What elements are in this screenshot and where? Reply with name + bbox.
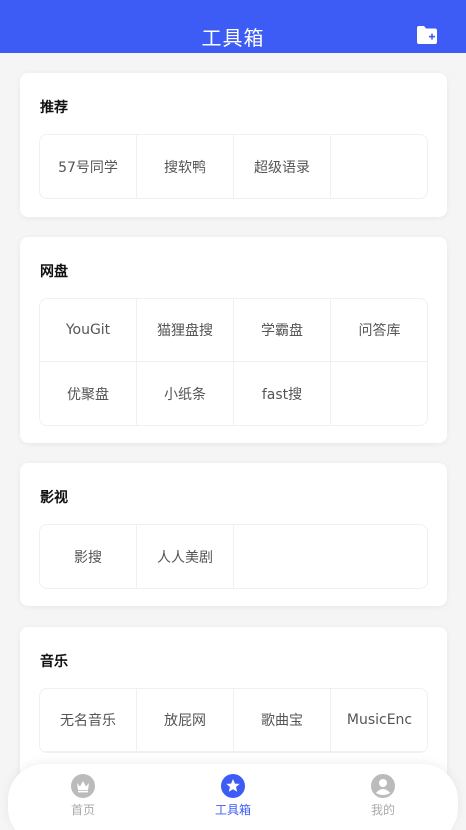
tool-item[interactable]: 影搜 — [40, 525, 137, 588]
add-folder-icon[interactable] — [416, 25, 438, 45]
tool-item[interactable]: YouGit — [40, 299, 137, 362]
tool-item-empty — [234, 525, 331, 588]
tool-item[interactable]: 搜软鸭 — [137, 135, 234, 198]
crown-icon — [71, 774, 95, 798]
tool-item[interactable]: 超级语录 — [234, 135, 331, 198]
section-title: 影视 — [40, 490, 68, 506]
tab-label: 首页 — [70, 803, 95, 817]
tool-item[interactable]: 人人美剧 — [137, 525, 234, 588]
tab-label: 工具箱 — [214, 803, 251, 817]
tool-grid: YouGit 猫狸盘搜 学霸盘 问答库 优聚盘 小纸条 fast搜 — [39, 298, 428, 426]
tool-item[interactable]: fast搜 — [234, 362, 331, 425]
content-area[interactable]: 推荐 57号同学 搜软鸭 超级语录 网盘 YouGit 猫狸盘搜 学霸盘 问答库… — [0, 53, 466, 830]
user-icon — [371, 774, 395, 798]
tool-item[interactable]: 小纸条 — [137, 362, 234, 425]
star-icon — [221, 774, 245, 798]
page-title: 工具箱 — [201, 26, 265, 50]
tool-item[interactable]: MusicEnc — [331, 689, 427, 752]
tool-item[interactable]: 歌曲宝 — [234, 689, 331, 752]
section-card-netdisk: 网盘 YouGit 猫狸盘搜 学霸盘 问答库 优聚盘 小纸条 fast搜 — [20, 237, 447, 443]
tool-item[interactable]: 放屁网 — [137, 689, 234, 752]
bottom-tab-bar: 首页 工具箱 我的 — [8, 764, 458, 830]
section-title: 音乐 — [40, 654, 68, 670]
tool-grid: 57号同学 搜软鸭 超级语录 — [39, 134, 428, 199]
section-card-recommended: 推荐 57号同学 搜软鸭 超级语录 — [20, 73, 447, 217]
tab-home[interactable]: 首页 — [43, 774, 123, 824]
tool-item[interactable]: 57号同学 — [40, 135, 137, 198]
tool-item[interactable]: 猫狸盘搜 — [137, 299, 234, 362]
tool-item-empty — [331, 362, 427, 425]
tool-item-empty — [331, 135, 427, 198]
tab-toolbox[interactable]: 工具箱 — [193, 774, 273, 824]
tool-grid: 无名音乐 放屁网 歌曲宝 MusicEnc — [39, 688, 428, 753]
tool-item[interactable]: 问答库 — [331, 299, 427, 362]
section-title: 网盘 — [40, 264, 68, 280]
section-card-video: 影视 影搜 人人美剧 — [20, 463, 447, 606]
tool-item[interactable]: 学霸盘 — [234, 299, 331, 362]
app-header: 工具箱 — [0, 0, 466, 53]
tool-grid: 影搜 人人美剧 — [39, 524, 428, 589]
tab-mine[interactable]: 我的 — [343, 774, 423, 824]
tool-item[interactable]: 优聚盘 — [40, 362, 137, 425]
tool-item-empty — [331, 525, 427, 588]
tool-item[interactable]: 无名音乐 — [40, 689, 137, 752]
section-title: 推荐 — [40, 100, 68, 116]
tab-label: 我的 — [370, 803, 395, 817]
